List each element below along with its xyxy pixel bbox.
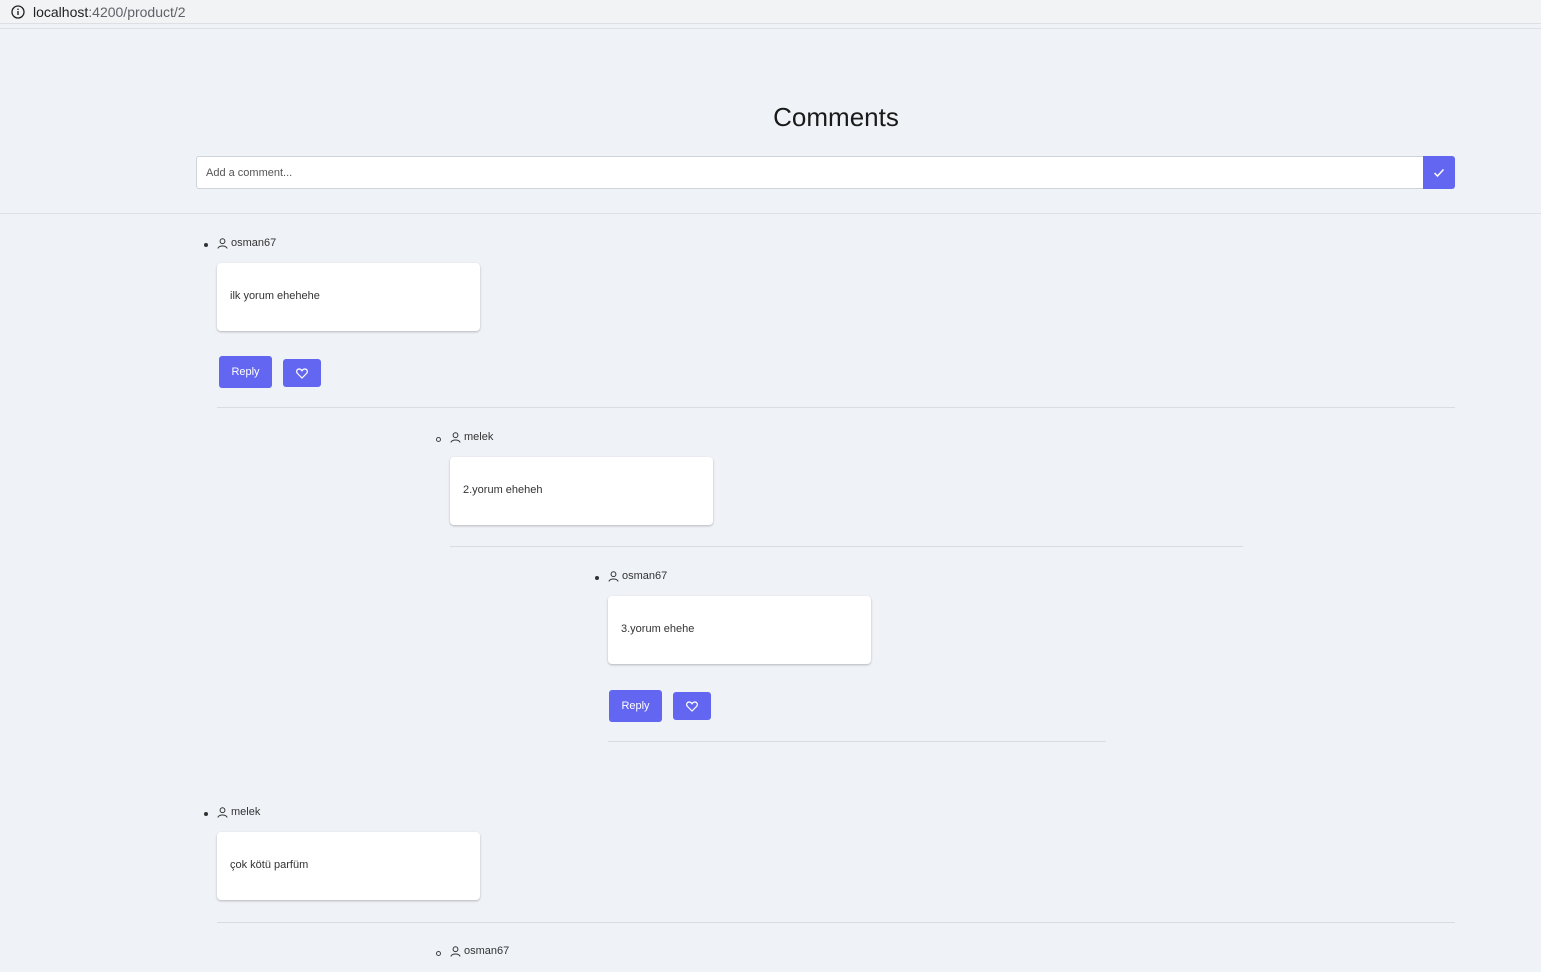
reply-button[interactable]: Reply — [219, 356, 272, 388]
url-text: localhost:4200/product/2 — [33, 3, 186, 20]
heart-icon — [296, 367, 308, 379]
divider — [450, 546, 1243, 547]
like-button[interactable] — [673, 692, 711, 720]
user-icon — [217, 237, 228, 249]
user-icon — [450, 945, 461, 957]
info-icon[interactable] — [11, 4, 25, 19]
author-name: melek — [464, 431, 494, 443]
submit-comment-button[interactable] — [1423, 156, 1455, 189]
list-bullet — [436, 951, 441, 956]
list-bullet — [595, 576, 599, 580]
comment-author: osman67 — [608, 570, 667, 582]
like-button[interactable] — [283, 359, 321, 387]
author-name: melek — [231, 806, 261, 818]
comment-card: ilk yorum ehehehe — [217, 263, 480, 331]
divider — [0, 213, 1541, 214]
comment-card: 3.yorum ehehe — [608, 596, 871, 664]
user-icon — [450, 431, 461, 443]
user-icon — [217, 806, 228, 818]
divider — [0, 28, 1541, 29]
user-icon — [608, 570, 619, 582]
comment-card: çok kötü parfüm — [217, 832, 480, 900]
author-name: osman67 — [231, 237, 277, 249]
divider — [217, 407, 1455, 408]
comment-author: osman67 — [450, 945, 509, 957]
heart-icon — [686, 700, 698, 712]
list-bullet — [204, 812, 208, 816]
author-name: osman67 — [464, 945, 510, 957]
comment-author: osman67 — [217, 237, 276, 249]
divider — [217, 922, 1455, 923]
author-name: osman67 — [622, 570, 668, 582]
list-bullet — [436, 437, 441, 442]
comment-form — [196, 156, 1455, 189]
page-title: Comments — [773, 102, 899, 132]
comment-author: melek — [450, 431, 493, 443]
divider — [608, 741, 1106, 742]
comment-author: melek — [217, 806, 260, 818]
reply-button[interactable]: Reply — [609, 690, 662, 722]
comment-input[interactable] — [196, 156, 1423, 189]
check-icon — [1433, 168, 1445, 177]
list-bullet — [204, 243, 208, 247]
browser-address-bar[interactable]: localhost:4200/product/2 — [0, 0, 1541, 24]
comment-card: 2.yorum eheheh — [450, 457, 713, 525]
